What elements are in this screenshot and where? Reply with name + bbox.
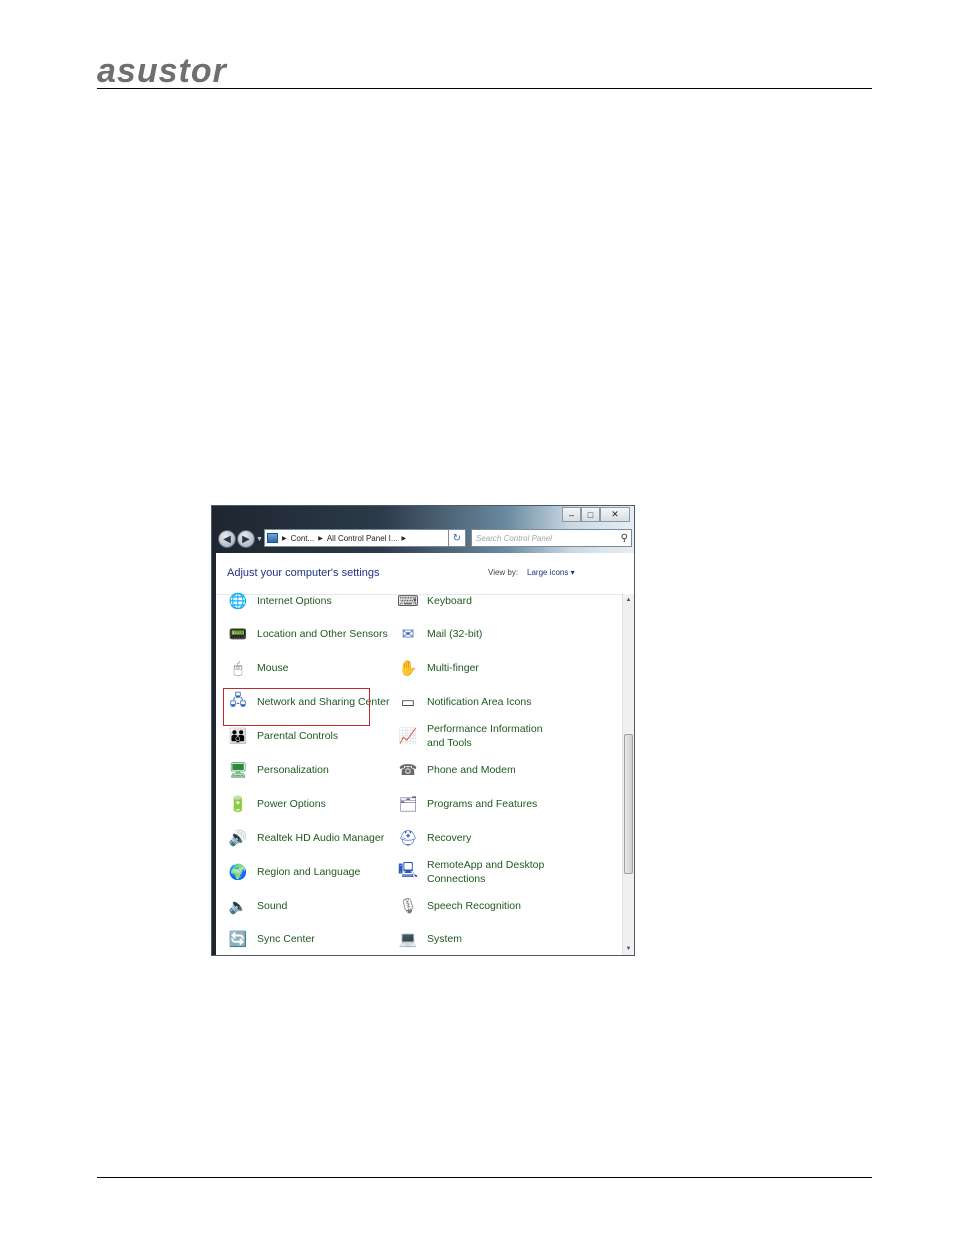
globe-icon: 🌐 [228,593,248,610]
remote-icon: 🖳 [397,861,418,879]
control-panel-item[interactable]: ⛑ Recovery [397,823,562,853]
mouse-icon: 🖱 [233,659,243,677]
footer-rule [97,1177,872,1178]
control-panel-item-label: Programs and Features [427,798,538,810]
back-arrow-icon: ◀ [223,533,231,545]
control-panel-content: Adjust your computer's settings View by:… [216,553,634,955]
family-icon: 👪 [228,728,248,745]
control-panel-item-label: Realtek HD Audio Manager [257,832,385,844]
header-rule [97,88,872,89]
address-bar[interactable]: ▶ Cont... ▶ All Control Panel I... ▶ ▼ [264,529,466,547]
control-panel-item-label: Power Options [257,798,326,810]
taskbar-icon: ▭ [400,694,416,711]
refresh-button[interactable]: ↻ [448,529,466,547]
vertical-scrollbar[interactable]: ▲ ▼ [622,594,634,955]
maximize-button[interactable]: □ [581,507,600,522]
control-panel-item-label: Region and Language [257,866,361,878]
view-by-dropdown[interactable]: Large icons ▾ [527,568,575,577]
control-panel-item-label: Recovery [427,832,472,844]
speaker-icon: 🔈 [228,898,248,915]
control-panel-item[interactable]: 🔈 Sound [227,891,392,921]
control-panel-item-label: Sound [257,900,288,912]
asustor-logo: asustor [97,52,228,88]
control-panel-item-label: Location and Other Sensors [257,628,388,640]
control-panel-item[interactable]: 🖱 Mouse [227,653,392,683]
control-panel-item-label: Notification Area Icons [427,696,532,708]
control-panel-item-label: RemoteApp and Desktop Connections [427,859,545,885]
control-panel-icon [267,533,278,543]
control-panel-item-label: System [427,933,463,945]
control-panel-window: ‒ □ ✕ ◀ ▶ ▼ ▶ Cont... ▶ All Control Pane… [211,505,635,956]
sync-icon: 🔄 [228,931,248,948]
control-panel-item-label: Internet Options [257,595,332,607]
recovery-icon: ⛑ [398,830,418,847]
control-panel-item[interactable]: 🎙 Speech Recognition [397,891,562,921]
control-panel-item-label: Personalization [257,764,329,776]
navigation-toolbar: ◀ ▶ ▼ ▶ Cont... ▶ All Control Panel I...… [212,526,634,552]
control-panel-item-label: Keyboard [427,595,472,607]
globe-clock-icon: 🌍 [228,864,248,881]
view-by-label: View by: [488,568,519,577]
control-panel-item[interactable]: 🖳 RemoteApp and Desktop Connections [397,857,562,887]
scroll-thumb[interactable] [624,734,633,874]
breadcrumb-separator-icon[interactable]: ▶ [282,535,287,542]
control-panel-item[interactable]: 🔋 Power Options [227,789,392,819]
back-button[interactable]: ◀ [218,530,236,548]
performance-icon: 📈 [398,728,418,745]
mail-icon: ✉ [401,626,415,643]
search-icon[interactable]: ⚲ [621,533,628,544]
refresh-icon: ↻ [452,532,462,544]
control-panel-item[interactable]: 🖥 Personalization [227,755,392,785]
audio-icon: 🔊 [228,830,248,847]
scroll-up-icon[interactable]: ▲ [623,594,634,606]
control-panel-item[interactable]: 🗂 Programs and Features [397,789,562,819]
keyboard-icon: ⌨ [397,593,419,610]
scroll-down-icon[interactable]: ▼ [623,943,634,955]
phone-icon: ☎ [398,762,418,779]
recent-pages-dropdown-icon[interactable]: ▼ [256,536,263,543]
microphone-icon: 🎙 [398,898,418,915]
close-button[interactable]: ✕ [600,507,630,522]
search-placeholder: Search Control Panel [476,533,553,543]
control-panel-item-label: Multi-finger [427,662,479,674]
system-icon: 💻 [398,931,418,948]
highlight-box [223,688,370,726]
control-panel-item[interactable]: ⌨ Keyboard [397,586,562,616]
control-panel-item[interactable]: 📈 Performance Information and Tools [397,721,562,751]
control-panel-item[interactable]: 🔊 Realtek HD Audio Manager [227,823,392,853]
control-panel-item-label: Sync Center [257,933,315,945]
control-panel-item[interactable]: 💻 System [397,924,562,954]
control-panel-item[interactable]: ▭ Notification Area Icons [397,687,562,717]
control-panel-item-label: Phone and Modem [427,764,516,776]
multi-finger-icon: ✋ [398,660,418,677]
control-panel-item[interactable]: 🔄 Sync Center [227,924,392,954]
control-panel-item[interactable]: ☎ Phone and Modem [397,755,562,785]
minimize-button[interactable]: ‒ [562,507,581,522]
sensor-icon: 📟 [228,626,248,643]
control-panel-item-label: Speech Recognition [427,900,521,912]
control-panel-item-label: Performance Information and Tools [427,723,543,749]
breadcrumb-control-panel[interactable]: Cont... [291,534,315,543]
control-panel-item-label: Parental Controls [257,730,339,742]
control-panel-item[interactable]: 🌐 Internet Options [227,586,392,616]
monitor-icon: 🖥 [228,762,248,779]
logo-text: asustor [97,52,228,88]
power-icon: 🔋 [228,796,248,813]
programs-icon: 🗂 [398,796,418,813]
window-caption-buttons: ‒ □ ✕ [562,507,630,522]
breadcrumb-all-items[interactable]: All Control Panel I... [327,534,398,543]
search-input[interactable]: Search Control Panel ⚲ [471,529,632,547]
breadcrumb-separator-icon[interactable]: ▶ [402,535,407,542]
forward-button[interactable]: ▶ [237,530,255,548]
forward-arrow-icon: ▶ [242,533,250,545]
page-title: Adjust your computer's settings [227,567,380,579]
control-panel-item[interactable]: 📟 Location and Other Sensors [227,619,392,649]
control-panel-item[interactable]: 🌍 Region and Language [227,857,392,887]
control-panel-item[interactable]: ✋ Multi-finger [397,653,562,683]
control-panel-item[interactable]: ✉ Mail (32-bit) [397,619,562,649]
breadcrumb-separator-icon[interactable]: ▶ [318,535,323,542]
control-panel-item-label: Mail (32-bit) [427,628,483,640]
control-panel-item-label: Mouse [257,662,289,674]
